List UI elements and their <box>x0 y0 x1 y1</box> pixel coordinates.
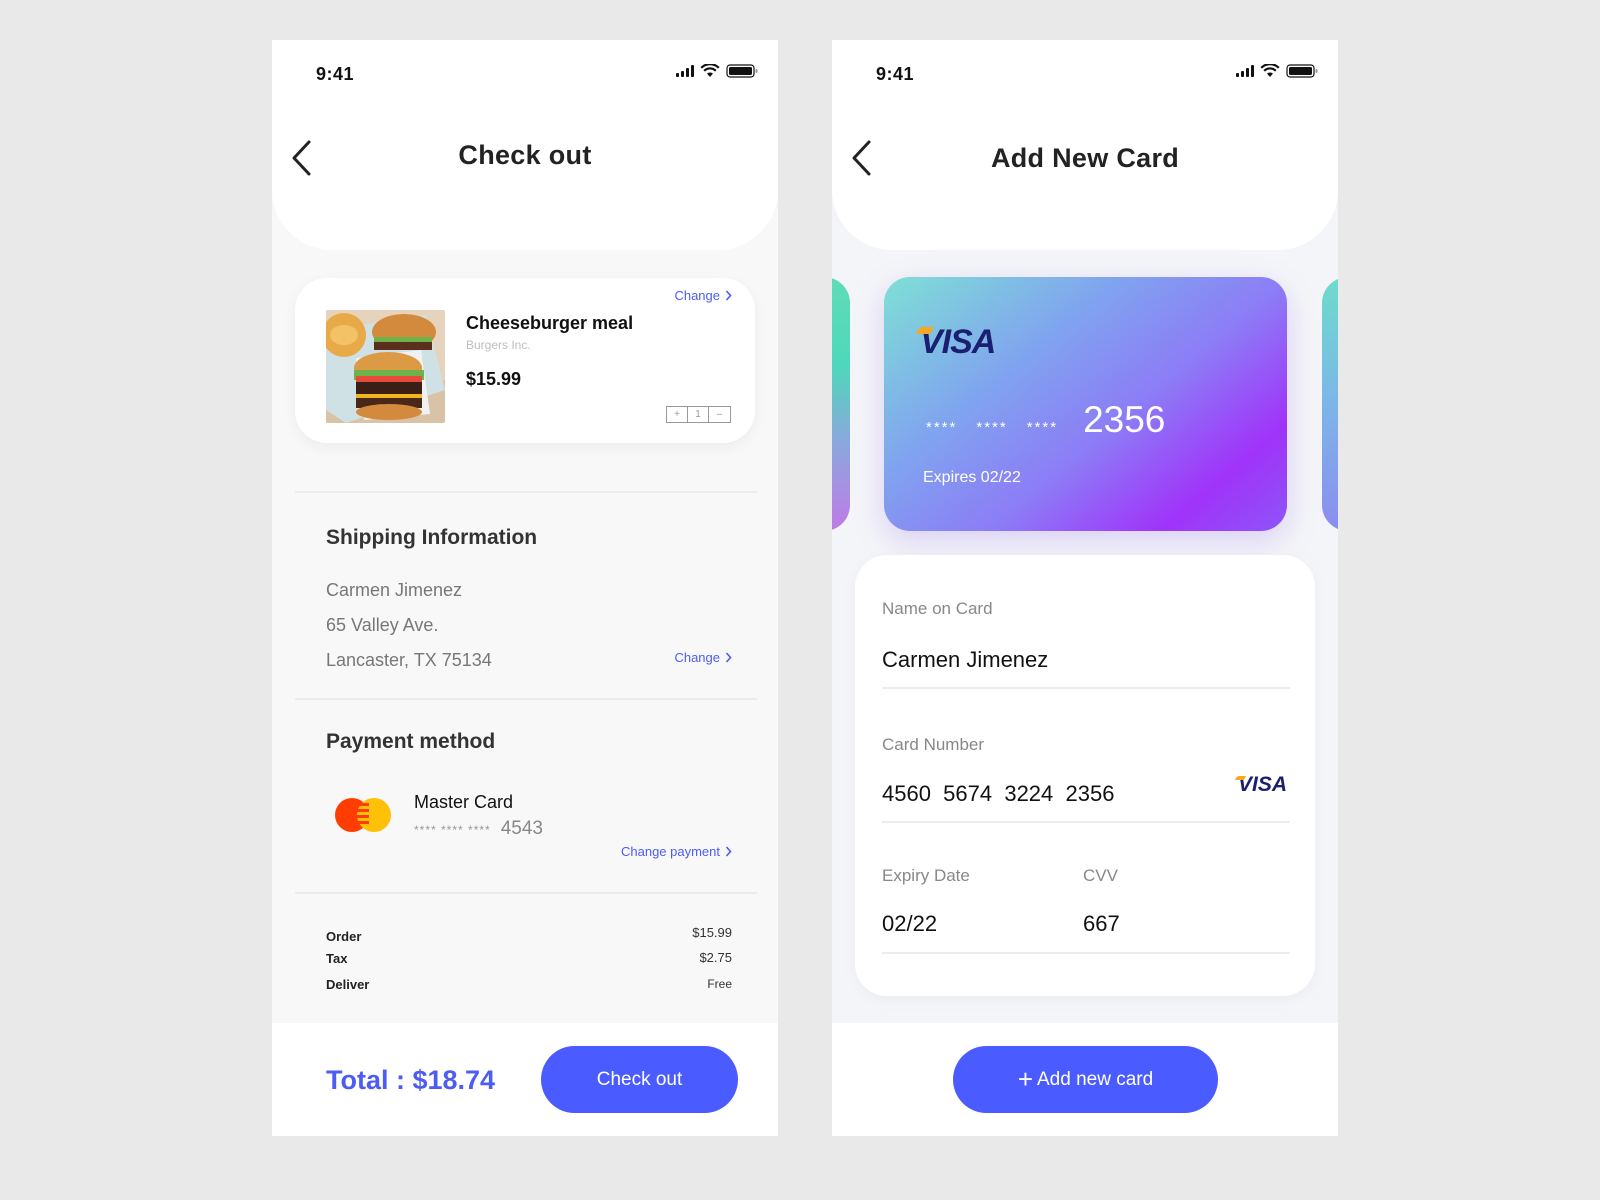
card-preview-last4: 2356 <box>1083 399 1166 440</box>
card-preview[interactable]: VISA **** **** **** 2356 Expires 02/22 <box>884 277 1287 531</box>
shipping-city: Lancaster, TX 75134 <box>326 650 492 670</box>
checkout-header: 9:41 Check out <box>272 40 778 250</box>
input-underline <box>882 687 1290 689</box>
previous-card[interactable] <box>832 277 850 531</box>
shipping-street: 65 Valley Ave. <box>326 615 439 635</box>
battery-icon <box>726 64 758 78</box>
input-underline <box>882 821 1290 823</box>
mastercard-icon <box>333 797 393 833</box>
order-item-card: Cheeseburger meal Burgers Inc. $15.99 Ch… <box>295 278 755 443</box>
divider <box>295 892 757 894</box>
masked-digits: **** **** **** <box>414 823 491 837</box>
page-title: Add New Card <box>990 143 1180 173</box>
cvv-input[interactable] <box>1083 911 1243 937</box>
quantity-value: 1 <box>688 407 709 422</box>
chevron-right-icon <box>725 652 732 663</box>
card-form: Name on Card Card Number VISA Expiry Dat… <box>855 555 1315 996</box>
decrement-button[interactable]: – <box>709 407 730 422</box>
card-preview-expiry: Expires 02/22 <box>923 469 1021 486</box>
checkout-button[interactable]: Check out <box>541 1046 738 1113</box>
shipping-name: Carmen Jimenez <box>326 580 463 600</box>
expiry-label: Expiry Date <box>882 866 970 885</box>
name-on-card-input[interactable] <box>882 647 1282 673</box>
item-name: Cheeseburger meal <box>466 313 634 333</box>
wifi-icon <box>700 64 720 78</box>
payment-card-number: **** **** **** 4543 <box>414 818 543 840</box>
next-card[interactable] <box>1322 277 1338 531</box>
shipping-title: Shipping Information <box>326 526 538 549</box>
change-shipping-label: Change <box>674 650 720 665</box>
card-preview-number: **** **** **** 2356 <box>926 399 1165 441</box>
summary-deliver-value: Free <box>707 977 732 991</box>
expiry-date-input[interactable] <box>882 911 1042 937</box>
status-time: 9:41 <box>316 64 355 84</box>
divider <box>295 491 757 493</box>
quantity-stepper: + 1 – <box>666 406 731 423</box>
divider <box>295 698 757 700</box>
order-total: Total : $18.74 <box>326 1065 496 1095</box>
masked-group: **** <box>976 419 1008 436</box>
change-shipping-link[interactable]: Change <box>674 650 732 665</box>
card-number-input[interactable] <box>882 781 1212 807</box>
page-title: Check out <box>458 140 592 170</box>
visa-icon: VISA <box>1234 773 1287 797</box>
payment-card-name: Master Card <box>414 792 514 812</box>
chevron-right-icon <box>725 846 732 857</box>
card-last4: 4543 <box>500 818 543 839</box>
name-label: Name on Card <box>882 599 993 618</box>
summary-deliver-label: Deliver <box>326 977 370 992</box>
payment-title: Payment method <box>326 730 496 753</box>
chevron-right-icon <box>725 290 732 301</box>
summary-tax-label: Tax <box>326 951 348 966</box>
masked-group: **** <box>1026 419 1059 436</box>
status-time: 9:41 <box>876 64 915 84</box>
input-underline <box>882 952 1290 954</box>
visa-logo: VISA <box>915 323 996 362</box>
signal-icon <box>676 65 694 77</box>
cvv-label: CVV <box>1083 866 1118 885</box>
summary-order-label: Order <box>326 929 362 944</box>
signal-icon <box>1236 65 1254 77</box>
status-icons <box>676 64 758 78</box>
change-payment-label: Change payment <box>620 844 720 859</box>
plus-icon: + <box>1017 1064 1033 1094</box>
add-card-screen: 9:41 Add New Card VISA **** **** **** 23… <box>832 40 1338 1136</box>
change-item-label: Change <box>674 288 720 303</box>
item-price: $15.99 <box>466 369 522 389</box>
card-number-label: Card Number <box>882 735 985 754</box>
wifi-icon <box>1260 64 1280 78</box>
summary-tax-value: $2.75 <box>699 950 732 965</box>
status-icons <box>1236 64 1318 78</box>
increment-button[interactable]: + <box>667 407 688 422</box>
battery-icon <box>1286 64 1318 78</box>
checkout-screen: 9:41 Check out Cheeseburger meal Burgers… <box>272 40 778 1136</box>
add-card-header: 9:41 Add New Card <box>832 40 1338 250</box>
masked-group: **** <box>926 419 958 436</box>
add-new-card-button[interactable]: + Add new card <box>953 1046 1218 1113</box>
food-image <box>326 310 445 423</box>
change-payment-link[interactable]: Change payment <box>621 844 732 859</box>
change-item-link[interactable]: Change <box>674 288 732 303</box>
summary-order-value: $15.99 <box>692 925 732 940</box>
item-vendor: Burgers Inc. <box>466 338 531 352</box>
add-new-card-label: Add new card <box>1037 1068 1154 1090</box>
